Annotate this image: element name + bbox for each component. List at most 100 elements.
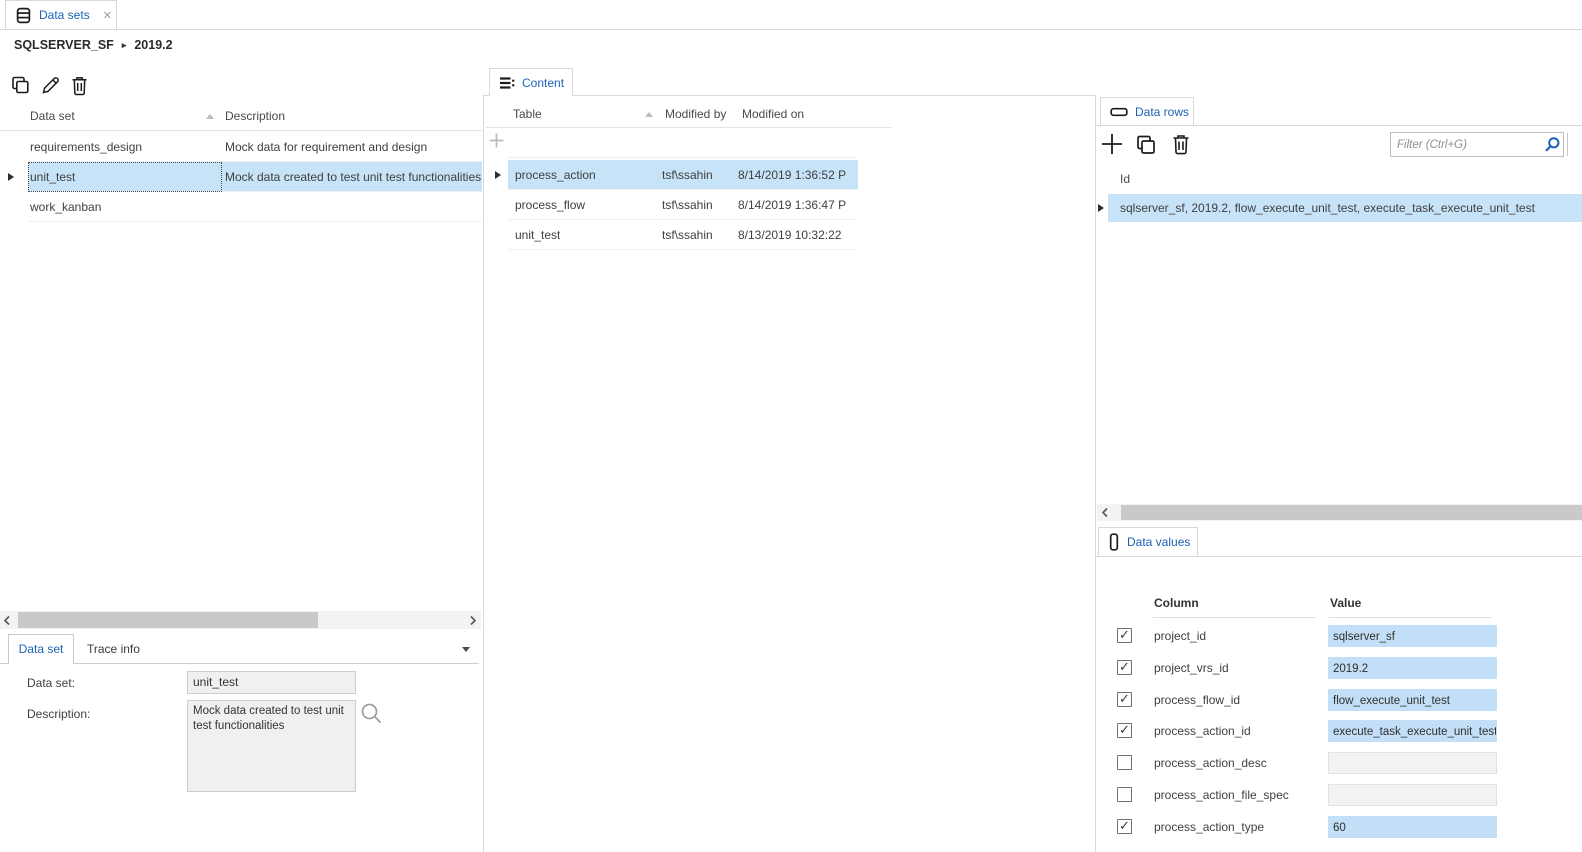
edit-dataset-button[interactable] (40, 75, 61, 96)
cell-modified-by[interactable]: tsf\ssahin (662, 190, 713, 220)
tab-data-rows-label: Data rows (1135, 104, 1190, 119)
value-field[interactable]: flow_execute_unit_test (1328, 689, 1497, 711)
value-field[interactable]: execute_task_execute_unit_test (1328, 720, 1497, 742)
description-field[interactable]: Mock data created to test unit test func… (187, 700, 356, 792)
left-horizontal-scrollbar[interactable] (0, 611, 481, 629)
scroll-left-icon[interactable] (3, 615, 11, 626)
scrollbar-thumb[interactable] (18, 612, 318, 628)
tab-content-label: Content (522, 75, 565, 90)
tab-content[interactable]: Content (489, 68, 573, 96)
breadcrumb-separator-icon: ▸ (121, 39, 127, 50)
left-panel-divider (483, 95, 484, 852)
column-name: project_vrs_id (1154, 661, 1229, 675)
close-icon[interactable]: ✕ (97, 9, 112, 22)
breadcrumb-version[interactable]: 2019.2 (134, 38, 172, 52)
application-window: Data sets ✕ SQLSERVER_SF ▸ 2019.2 Data s… (0, 0, 1582, 852)
delete-data-row-button[interactable] (1171, 133, 1191, 155)
subtab-trace-info[interactable]: Trace info (87, 634, 140, 664)
table-row-unit-test[interactable]: unit_test Mock data created to test unit… (0, 162, 482, 192)
checkbox[interactable] (1117, 818, 1132, 834)
tab-data-values[interactable]: Data values (1098, 527, 1198, 556)
scrollbar-thumb[interactable] (1121, 505, 1582, 520)
cell-table[interactable]: process_flow (515, 190, 585, 220)
data-rows-strip-border (1096, 125, 1582, 126)
scroll-left-icon[interactable] (1101, 507, 1109, 518)
content-row-process-flow[interactable]: process_flow tsf\ssahin 8/14/2019 1:36:4… (486, 190, 858, 220)
database-icon (16, 7, 31, 23)
selected-row-marker-icon (1098, 204, 1104, 212)
content-strip-border (484, 95, 1095, 96)
value-field[interactable] (1328, 752, 1497, 774)
content-row-unit-test[interactable]: unit_test tsf\ssahin 8/13/2019 10:32:22 (486, 220, 858, 250)
copy-icon (12, 76, 29, 94)
data-value-row: project_id sqlserver_sf (1096, 625, 1582, 647)
sort-asc-icon (206, 114, 214, 119)
content-icon (500, 76, 515, 89)
cell-modified-on[interactable]: 8/14/2019 1:36:47 P (738, 190, 858, 220)
data-row-item[interactable]: sqlserver_sf, 2019.2, flow_execute_unit_… (1096, 194, 1582, 222)
data-value-row: process_action_desc (1096, 752, 1582, 774)
breadcrumb-project[interactable]: SQLSERVER_SF (14, 38, 114, 52)
value-field[interactable]: 60 (1328, 816, 1497, 838)
checkbox[interactable] (1117, 659, 1132, 675)
value-field[interactable] (1328, 784, 1497, 806)
add-data-row-button[interactable] (1100, 132, 1124, 156)
data-set-field-label: Data set: (27, 676, 76, 690)
right-horizontal-scrollbar[interactable] (1097, 504, 1582, 521)
cell-table[interactable]: unit_test (515, 220, 560, 250)
subtab-dropdown-icon[interactable] (462, 647, 470, 652)
tab-data-sets-label: Data sets (39, 8, 90, 22)
copy-data-row-button[interactable] (1135, 134, 1157, 156)
tab-data-rows[interactable]: Data rows (1100, 97, 1194, 125)
scroll-right-icon[interactable] (469, 615, 477, 626)
cell-description[interactable]: Mock data for requirement and design (225, 132, 482, 162)
column-header-column[interactable]: Column (1154, 596, 1199, 610)
data-value-row: process_action_file_spec (1096, 784, 1582, 806)
left-grid-header-border (0, 130, 482, 131)
selected-row-marker-icon (495, 171, 501, 179)
column-name: process_action_type (1154, 820, 1265, 834)
value-header-underline (1329, 617, 1492, 618)
content-row-process-action[interactable]: process_action tsf\ssahin 8/14/2019 1:36… (486, 160, 858, 190)
cell-modified-by[interactable]: tsf\ssahin (662, 220, 713, 250)
copy-dataset-button[interactable] (10, 75, 31, 96)
filter-input[interactable] (1390, 132, 1564, 157)
cell-modified-by[interactable]: tsf\ssahin (662, 160, 713, 190)
checkbox[interactable] (1117, 755, 1132, 770)
checkbox[interactable] (1117, 627, 1132, 643)
checkbox[interactable] (1117, 722, 1132, 738)
value-field[interactable]: sqlserver_sf (1328, 625, 1497, 647)
column-header-value[interactable]: Value (1330, 596, 1361, 610)
cell-description[interactable]: Mock data created to test unit test func… (225, 162, 482, 192)
column-header-table[interactable]: Table (513, 107, 542, 121)
delete-dataset-button[interactable] (70, 75, 89, 96)
column-name: process_action_id (1154, 724, 1251, 738)
cell-modified-on[interactable]: 8/14/2019 1:36:52 P (738, 160, 858, 190)
column-header-modified-by[interactable]: Modified by (665, 107, 726, 121)
cell-data-set[interactable]: requirements_design (30, 132, 142, 162)
table-row-work-kanban[interactable]: work_kanban (0, 192, 482, 222)
checkbox[interactable] (1117, 691, 1132, 707)
cell-table[interactable]: process_action (515, 160, 596, 190)
data-value-row: project_vrs_id 2019.2 (1096, 657, 1582, 679)
column-header-description[interactable]: Description (225, 109, 285, 123)
value-field[interactable]: 2019.2 (1328, 657, 1497, 679)
column-header-id[interactable]: Id (1120, 172, 1130, 186)
trash-icon (1173, 135, 1189, 155)
focused-cell-outline (28, 162, 222, 192)
column-header-data-set[interactable]: Data set (30, 109, 75, 123)
cell-id[interactable]: sqlserver_sf, 2019.2, flow_execute_unit_… (1120, 194, 1582, 222)
subtab-data-set[interactable]: Data set (8, 634, 74, 664)
plus-icon (489, 133, 504, 148)
add-content-row-button[interactable] (488, 132, 505, 149)
cell-modified-on[interactable]: 8/13/2019 10:32:22 (738, 220, 858, 250)
tab-data-sets[interactable]: Data sets ✕ (5, 0, 117, 29)
checkbox[interactable] (1117, 787, 1132, 802)
description-lookup-button[interactable] (359, 701, 384, 726)
table-row-requirements-design[interactable]: requirements_design Mock data for requir… (0, 132, 482, 162)
search-icon[interactable] (1544, 136, 1561, 153)
column-name: process_flow_id (1154, 693, 1241, 707)
column-header-modified-on[interactable]: Modified on (742, 107, 804, 121)
cell-data-set[interactable]: work_kanban (30, 192, 101, 222)
data-set-field[interactable]: unit_test (187, 671, 356, 694)
